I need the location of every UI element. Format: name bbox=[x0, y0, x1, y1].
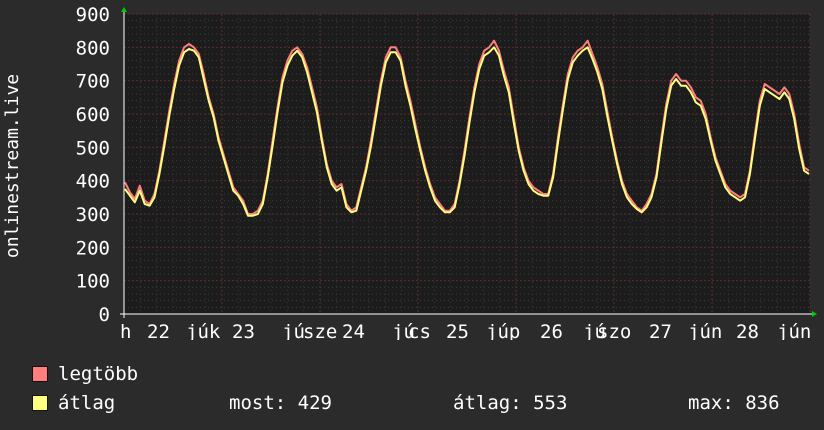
stat-most: most: 429 bbox=[229, 392, 332, 414]
x-tick-label: 28 bbox=[736, 321, 759, 340]
y-tick-label: 800 bbox=[76, 37, 110, 59]
x-tick-label: júk bbox=[186, 321, 221, 340]
y-tick-label: 400 bbox=[76, 171, 110, 193]
y-tick-label: 600 bbox=[76, 104, 110, 126]
y-axis-arrow bbox=[121, 7, 127, 12]
stat-atlag: átlag: 553 bbox=[453, 392, 568, 414]
y-axis-label: onlinestream.live bbox=[2, 74, 23, 258]
x-tick-label: jún bbox=[688, 321, 722, 340]
legend-label: legtöbb bbox=[58, 363, 139, 385]
y-tick-label: 300 bbox=[76, 204, 110, 226]
stat-max: max: 836 bbox=[688, 392, 780, 414]
x-tick-label: 25 bbox=[446, 321, 469, 340]
y-tick-label: 0 bbox=[99, 304, 110, 326]
legend-swatch-legtobb bbox=[32, 366, 48, 382]
x-tick-label: 22 bbox=[147, 321, 170, 340]
x-tick-label: szo bbox=[597, 321, 631, 340]
y-tick-label: 100 bbox=[76, 271, 110, 293]
x-tick-label: 23 bbox=[232, 321, 255, 340]
x-tick-label: jún bbox=[777, 321, 811, 340]
y-tick-label: 900 bbox=[76, 4, 110, 26]
legend-swatch-atlag bbox=[32, 395, 48, 411]
y-tick-label: 200 bbox=[76, 237, 110, 259]
x-tick-label: h bbox=[120, 321, 131, 340]
x-tick-label: júp bbox=[486, 321, 520, 340]
x-axis-arrow bbox=[812, 311, 817, 317]
x-tick-label: sze bbox=[303, 321, 337, 340]
x-tick-labels: h 22 júk 23 júsze 24 júcs 25 júp 26 júszo 27 jún 28 jú… bbox=[120, 321, 811, 340]
x-tick-label: 26 bbox=[540, 321, 563, 340]
x-tick-label: 24 bbox=[342, 321, 365, 340]
x-tick-label: 27 bbox=[649, 321, 672, 340]
y-tick-labels: 900 800 700 600 500 400 300 200 100 0 bbox=[76, 4, 110, 326]
chart-plot: 9008007006005004003002001000 h 22 júk 23 jús… bbox=[2, 4, 817, 340]
y-tick-label: 700 bbox=[76, 71, 110, 93]
x-tick-label: jú bbox=[282, 321, 305, 340]
legend-label: átlag bbox=[58, 392, 116, 414]
y-tick-label: 500 bbox=[76, 137, 110, 159]
x-tick-label: cs bbox=[408, 321, 431, 340]
